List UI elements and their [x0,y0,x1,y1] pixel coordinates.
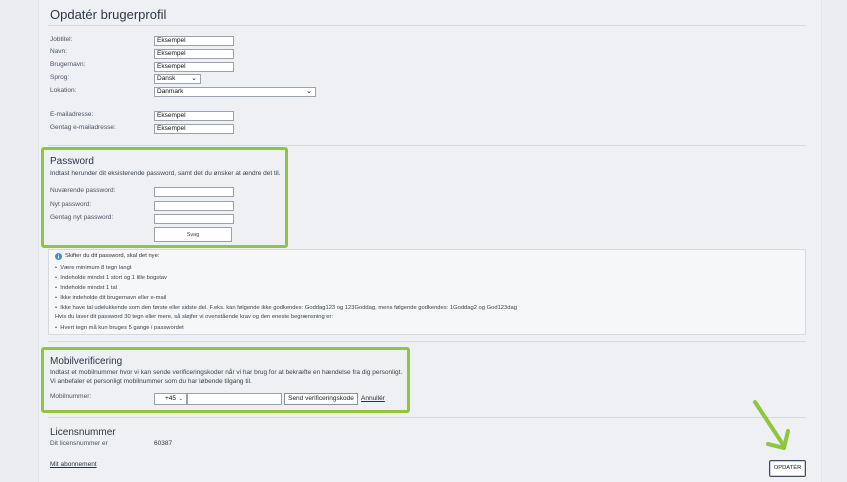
email-label: E-mailadresse: [50,111,94,118]
jobtitle-input[interactable] [154,36,234,46]
chevron-down-icon: ⌄ [178,396,183,402]
divider [48,341,806,342]
language-select[interactable]: Dansk ⌄ [154,74,201,84]
divider [48,417,806,418]
location-select[interactable]: Danmark ⌄ [154,87,316,97]
new-password-input[interactable] [154,201,234,211]
rules-long-note: Hvis du laver dit password 30 tegn eller… [55,314,334,320]
chevron-down-icon: ⌄ [191,75,197,82]
license-number: 60387 [154,440,173,447]
update-button[interactable]: OPDATÉR [769,460,806,477]
password-title: Password [50,156,94,167]
rule-item: • Ikke indeholde dit brugernavn eller e-… [55,295,167,301]
mobile-intro-1: Indtast et mobilnummer hvor vi kan sende… [50,369,403,376]
language-label: Sprog: [50,74,70,81]
send-code-button[interactable]: Send verificeringskode [284,393,358,405]
info-icon [55,253,62,260]
license-title: Licensnummer [50,427,116,438]
mobile-intro-2: Vi anbefaler et personligt mobilnummer s… [50,378,252,385]
name-input[interactable] [154,49,234,59]
current-password-input[interactable] [154,187,234,197]
language-value: Dansk [157,75,176,82]
cancel-link[interactable]: Annullér [361,395,385,402]
rule-item: • Hvert tegn må kun bruges 5 gange i pas… [55,325,184,331]
password-rules-box: Skifter du dit password, skal det nye: •… [48,249,806,335]
name-label: Navn: [50,48,67,55]
location-value: Danmark [157,88,184,95]
arrow-down-right-icon [753,400,790,450]
email-repeat-label: Gentag e-mailadresse: [50,124,116,131]
country-code-value: +45 [165,395,177,402]
current-password-label: Nuværende password: [50,187,116,194]
jobtitle-label: Jobtitel: [50,36,73,43]
divider [48,145,806,146]
repeat-password-input[interactable] [154,214,234,224]
rules-heading: Skifter du dit password, skal det nye: [65,253,160,259]
mobile-title: Mobilverificering [50,356,123,367]
email-repeat-input[interactable] [154,124,234,134]
repeat-password-label: Gentag nyt password: [50,214,114,221]
license-label: Dit licensnummer er [50,440,108,447]
page-title: Opdatér brugerprofil [50,7,167,22]
chevron-down-icon: ⌄ [306,88,312,95]
username-label: Brugernavn: [50,61,86,68]
email-input[interactable] [154,111,234,121]
country-code-select[interactable]: +45 ⌄ [154,393,187,405]
mobile-label: Mobilnummer: [50,393,92,400]
rule-item: • Indeholde mindst 1 tal [55,285,117,291]
rule-item: • Indeholde mindst 1 stort og 1 lille bo… [55,275,167,281]
mobile-number-input[interactable] [187,393,282,405]
password-intro: Indtast herunder dit eksisterende passwo… [50,170,281,177]
rule-item: • Være minimum 8 tegn langt [55,265,132,271]
rule-item: • Ikke have tal udelukkende som den førs… [55,305,517,311]
location-label: Lokation: [50,87,77,94]
new-password-label: Nyt password: [50,201,92,208]
subscription-link[interactable]: Mit abonnement [50,461,97,468]
divider [48,25,806,26]
username-input[interactable] [154,62,234,72]
password-strength-indicator: Svag [154,227,232,242]
